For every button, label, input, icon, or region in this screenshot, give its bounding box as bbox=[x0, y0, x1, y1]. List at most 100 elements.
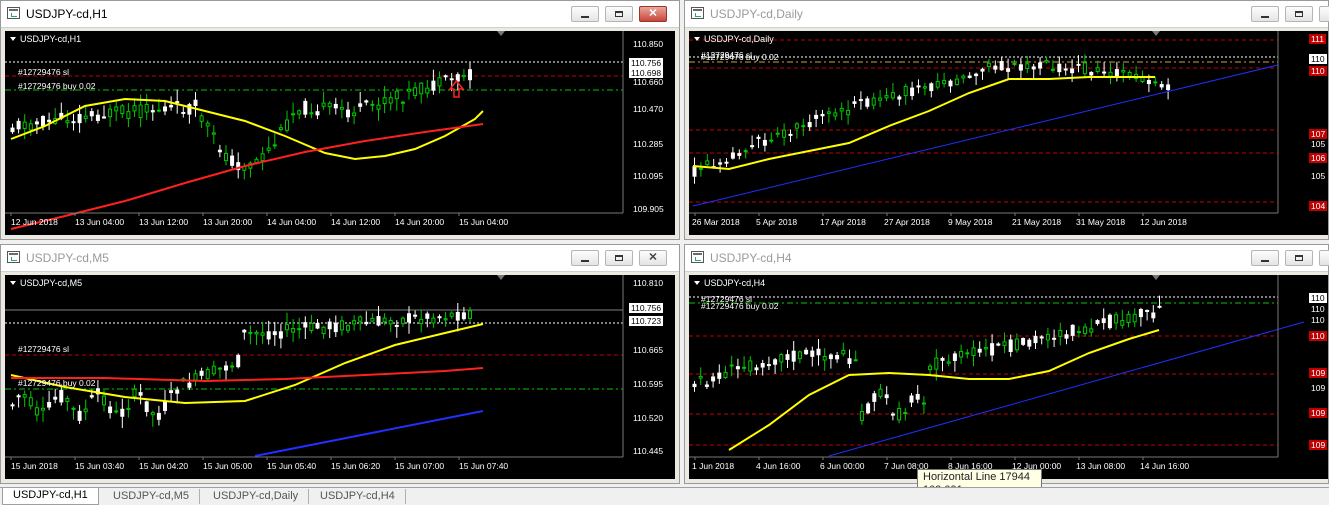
candle-body bbox=[1050, 68, 1055, 71]
candle-body bbox=[1132, 313, 1137, 323]
chart-window-daily[interactable]: USDJPY-cd,Daily ✕ USDJPY-cd,Daily #12729… bbox=[684, 0, 1329, 240]
candle-body bbox=[705, 160, 710, 166]
minimize-button[interactable] bbox=[571, 6, 599, 22]
price-chart[interactable]: USDJPY-cd,H1 #12729476 sl #12729476 buy … bbox=[5, 31, 675, 235]
close-button[interactable]: ✕ bbox=[1319, 6, 1329, 22]
maximize-button[interactable] bbox=[605, 6, 633, 22]
candle-body bbox=[909, 395, 914, 403]
price-tick: 110.595 bbox=[633, 379, 664, 389]
candle-body bbox=[974, 73, 979, 77]
candle-body bbox=[370, 318, 375, 322]
time-tick: 15 Jun 06:20 bbox=[331, 461, 381, 471]
tab-usdjpy-daily[interactable]: USDJPY-cd,Daily bbox=[203, 489, 310, 504]
maximize-button[interactable] bbox=[1285, 250, 1313, 266]
order-buy-label: #12729476 buy 0.02 bbox=[18, 378, 96, 388]
price-tick: 110.810 bbox=[633, 278, 664, 288]
candle-body bbox=[884, 394, 889, 399]
candle-body bbox=[77, 410, 82, 421]
title-bar[interactable]: USDJPY-cd,M5 ✕ bbox=[1, 245, 679, 272]
candle-body bbox=[1031, 66, 1036, 70]
candle-body bbox=[866, 403, 871, 414]
chart-canvas[interactable] bbox=[5, 31, 675, 235]
candle-body bbox=[804, 349, 809, 355]
minimize-button[interactable] bbox=[1251, 6, 1279, 22]
shift-marker bbox=[1152, 31, 1160, 36]
chart-canvas[interactable] bbox=[689, 31, 1329, 235]
candle-body bbox=[737, 153, 742, 156]
candle-body bbox=[748, 360, 753, 372]
close-button[interactable]: ✕ bbox=[1319, 250, 1329, 266]
candle-body bbox=[394, 90, 399, 100]
minimize-icon bbox=[581, 16, 589, 18]
candle-body bbox=[193, 373, 198, 381]
minimize-button[interactable] bbox=[571, 250, 599, 266]
chart-window-h4[interactable]: USDJPY-cd,H4 ✕ USDJPY-cd,H4 #12729476 sl… bbox=[684, 244, 1329, 484]
candle-body bbox=[858, 99, 863, 102]
candle-body bbox=[333, 103, 338, 109]
candle-body bbox=[297, 328, 302, 331]
time-tick: 14 Jun 16:00 bbox=[1140, 461, 1190, 471]
close-button[interactable]: ✕ bbox=[639, 250, 667, 266]
close-icon: ✕ bbox=[648, 251, 658, 264]
time-tick: 27 Apr 2018 bbox=[884, 217, 930, 227]
candle-body bbox=[407, 88, 411, 92]
price-chart[interactable]: USDJPY-cd,H4 #12729476 sl #12729476 buy … bbox=[689, 275, 1328, 479]
candle-body bbox=[1044, 59, 1049, 63]
title-bar[interactable]: USDJPY-cd,Daily ✕ bbox=[685, 1, 1329, 28]
candle-body bbox=[132, 388, 137, 398]
candle-body bbox=[41, 407, 45, 411]
close-button[interactable]: ✕ bbox=[639, 6, 667, 22]
tab-usdjpy-h1[interactable]: USDJPY-cd,H1 bbox=[2, 488, 99, 505]
candle-body bbox=[95, 114, 100, 121]
candle-body bbox=[921, 402, 926, 405]
candle-body bbox=[443, 318, 448, 321]
chart-window-h1[interactable]: USDJPY-cd,H1 ✕ USDJPY-cd,H1 #12729476 sl… bbox=[0, 0, 680, 240]
candle-body bbox=[698, 167, 703, 170]
time-tick: 26 Mar 2018 bbox=[692, 217, 740, 227]
candle-body bbox=[175, 101, 180, 104]
chart-canvas[interactable] bbox=[5, 275, 675, 479]
candle-body bbox=[1025, 63, 1030, 70]
time-tick: 21 May 2018 bbox=[1012, 217, 1062, 227]
price-tick: 105 bbox=[1311, 139, 1326, 149]
price-chart[interactable]: USDJPY-cd,M5 #12729476 sl #12729476 buy … bbox=[5, 275, 675, 479]
maximize-button[interactable] bbox=[605, 250, 633, 266]
candle-body bbox=[859, 411, 864, 421]
candle-body bbox=[801, 125, 806, 128]
candle-body bbox=[169, 104, 174, 108]
candle-body bbox=[83, 115, 88, 119]
candle-body bbox=[735, 366, 740, 370]
shift-marker bbox=[497, 275, 505, 280]
candle-body bbox=[217, 367, 222, 370]
candle-body bbox=[878, 388, 883, 397]
trendline bbox=[692, 64, 1279, 207]
tab-usdjpy-h4[interactable]: USDJPY-cd,H4 bbox=[310, 489, 406, 504]
minimize-button[interactable] bbox=[1251, 250, 1279, 266]
candle-body bbox=[788, 133, 793, 136]
candle-body bbox=[468, 310, 472, 319]
candle-body bbox=[358, 103, 363, 107]
title-bar[interactable]: USDJPY-cd,H1 ✕ bbox=[1, 1, 679, 28]
candle-body bbox=[961, 75, 966, 79]
candle-body bbox=[224, 152, 228, 162]
chart-window-m5[interactable]: USDJPY-cd,M5 ✕ USDJPY-cd,M5 #12729476 sl… bbox=[0, 244, 680, 484]
time-tick: 15 Jun 05:40 bbox=[267, 461, 317, 471]
price-level-box: 109 bbox=[1309, 440, 1328, 450]
bid-price-box: 110 bbox=[1309, 293, 1327, 303]
candle-body bbox=[833, 112, 838, 117]
time-tick: 15 Jun 04:00 bbox=[459, 217, 509, 227]
title-bar[interactable]: USDJPY-cd,H4 ✕ bbox=[685, 245, 1329, 272]
candle-body bbox=[1070, 68, 1075, 74]
price-chart[interactable]: USDJPY-cd,Daily #12729476 sl #12729476 b… bbox=[689, 31, 1328, 235]
candle-body bbox=[169, 390, 174, 394]
candle-body bbox=[711, 376, 716, 382]
candle-body bbox=[461, 312, 466, 320]
time-tick: 4 Jun 16:00 bbox=[756, 461, 801, 471]
tab-usdjpy-m5[interactable]: USDJPY-cd,M5 bbox=[103, 489, 201, 504]
candle-body bbox=[820, 113, 825, 117]
time-tick: 12 Jun 2018 bbox=[1140, 217, 1187, 227]
order-buy-label: #12729476 buy 0.02 bbox=[18, 81, 96, 91]
price-tick: 110.285 bbox=[633, 139, 664, 149]
chart-canvas[interactable] bbox=[689, 275, 1329, 479]
maximize-button[interactable] bbox=[1285, 6, 1313, 22]
